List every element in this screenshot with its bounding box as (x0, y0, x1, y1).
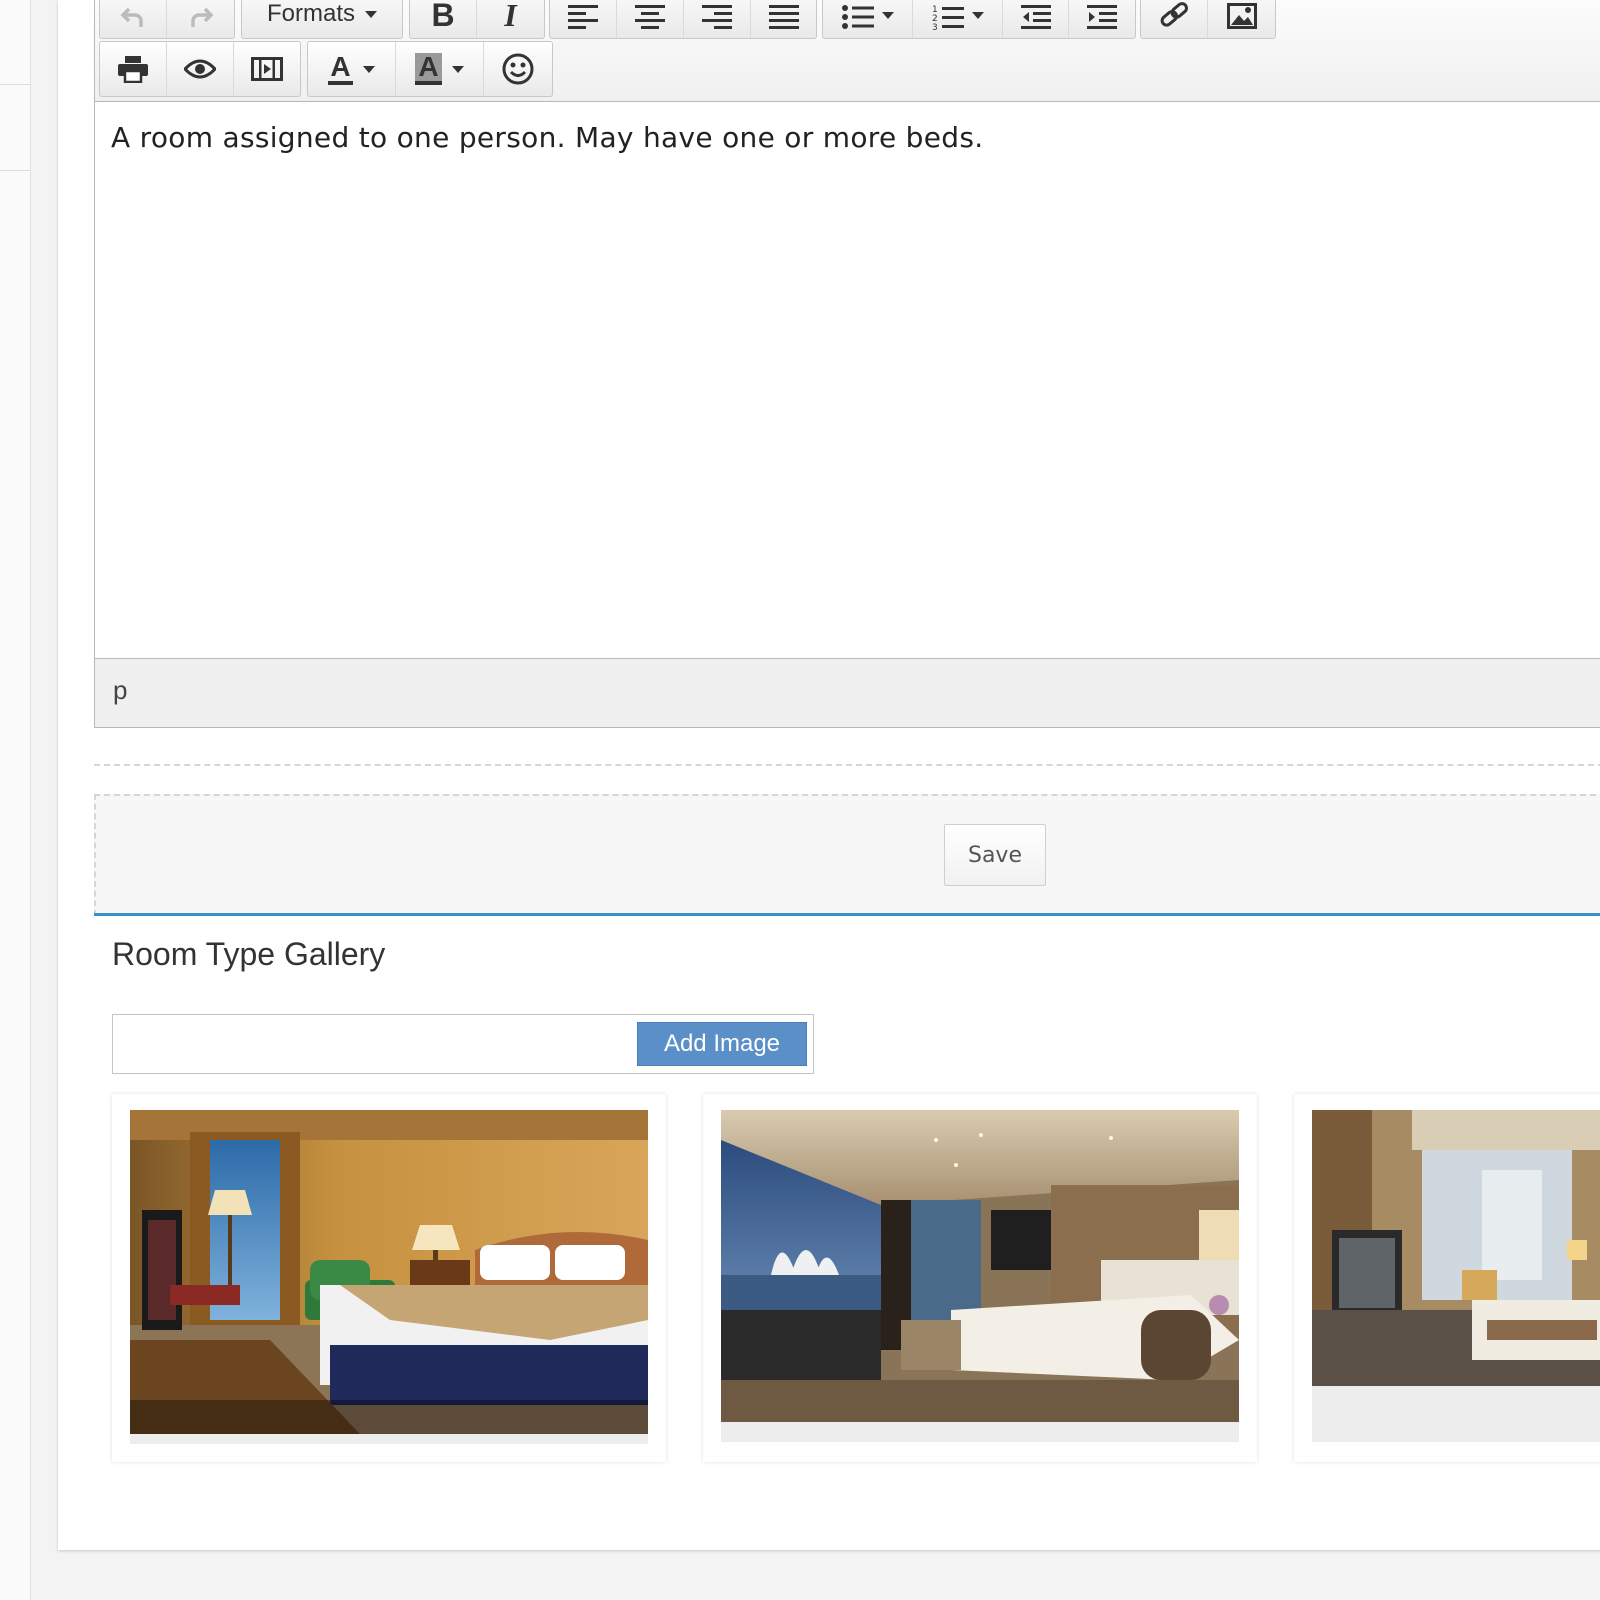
room-photo (721, 1110, 1239, 1422)
bold-button[interactable]: B (410, 0, 477, 38)
insert-link-button[interactable] (1141, 0, 1208, 38)
text-style-group: B I (409, 0, 545, 39)
chevron-down-icon (881, 11, 894, 19)
insert-image-button[interactable] (1208, 0, 1275, 38)
editor-content[interactable]: A room assigned to one person. May have … (111, 121, 983, 154)
bold-icon: B (431, 0, 455, 33)
editor-toolbar: Formats B I 1 2 3 A A (95, 0, 1600, 102)
numbered-list-button[interactable]: 123 (913, 0, 1003, 38)
save-button[interactable]: Save (944, 824, 1046, 886)
emoticons-button[interactable] (484, 42, 552, 96)
insert-group (1140, 0, 1276, 39)
divider (94, 764, 1600, 766)
photo-caption-bar (130, 1434, 648, 1444)
chevron-down-icon (362, 65, 375, 73)
chevron-down-icon (451, 65, 464, 73)
text-color-icon: A (328, 53, 353, 85)
background-color-button[interactable]: A (396, 42, 484, 96)
formats-dropdown[interactable]: Formats (242, 0, 402, 38)
bullet-list-button[interactable] (823, 0, 913, 38)
editor-statusbar: p (95, 658, 1600, 727)
gallery-item[interactable] (112, 1094, 666, 1462)
undo-icon (120, 7, 143, 27)
add-image-button[interactable]: Add Image (637, 1022, 807, 1066)
eye-icon (184, 59, 216, 79)
photo-caption-bar (721, 1422, 1239, 1442)
history-group (99, 0, 235, 39)
align-center-icon (635, 5, 665, 29)
align-right-button[interactable] (684, 0, 751, 38)
background-color-icon: A (415, 53, 442, 85)
outdent-button[interactable] (1003, 0, 1069, 38)
sidebar-divider (0, 170, 30, 171)
italic-icon: I (504, 0, 517, 33)
section-divider (94, 913, 1600, 916)
photo-caption-bar (1312, 1386, 1600, 1442)
smiley-icon (502, 53, 534, 85)
element-path[interactable]: p (113, 675, 127, 706)
redo-icon (190, 7, 213, 27)
list-group: 123 (822, 0, 1136, 39)
chevron-down-icon (365, 10, 377, 18)
gallery-title: Room Type Gallery (112, 936, 386, 972)
outdent-icon (1020, 5, 1051, 29)
preview-button[interactable] (167, 42, 234, 96)
indent-button[interactable] (1069, 0, 1135, 38)
undo-button[interactable] (100, 0, 167, 38)
insert-media-button[interactable] (234, 42, 300, 96)
indent-icon (1087, 5, 1117, 29)
gallery-item[interactable] (1294, 1094, 1600, 1462)
numbered-list-icon: 123 (932, 5, 964, 30)
chevron-down-icon (971, 11, 984, 19)
left-sidebar-edge (0, 0, 31, 1600)
room-photo (130, 1110, 648, 1434)
align-left-icon (568, 5, 598, 29)
view-group (99, 41, 301, 97)
add-image-field: Add Image (112, 1014, 814, 1074)
film-icon (251, 57, 283, 81)
image-path-input[interactable] (113, 1015, 617, 1073)
rich-text-editor: Formats B I 1 2 3 A A A room assigned to… (94, 0, 1600, 728)
form-actions: Save (94, 794, 1600, 916)
print-icon (118, 56, 148, 83)
formats-label: Formats (266, 0, 355, 27)
align-left-button[interactable] (550, 0, 617, 38)
align-justify-icon (768, 5, 799, 29)
bullet-list-icon (841, 5, 874, 29)
gallery-item[interactable] (703, 1094, 1257, 1462)
align-justify-button[interactable] (751, 0, 816, 38)
alignment-group (549, 0, 817, 39)
align-center-button[interactable] (617, 0, 684, 38)
redo-button[interactable] (167, 0, 234, 38)
sidebar-divider (0, 84, 30, 85)
italic-button[interactable]: I (477, 0, 544, 38)
svg-text:3: 3 (932, 23, 938, 30)
align-right-icon (702, 5, 732, 29)
formats-group: Formats (241, 0, 403, 39)
color-group: A A (307, 41, 553, 97)
image-icon (1226, 3, 1257, 29)
room-photo (1312, 1110, 1600, 1386)
link-icon (1160, 2, 1189, 27)
text-color-button[interactable]: A (308, 42, 396, 96)
print-button[interactable] (100, 42, 167, 96)
